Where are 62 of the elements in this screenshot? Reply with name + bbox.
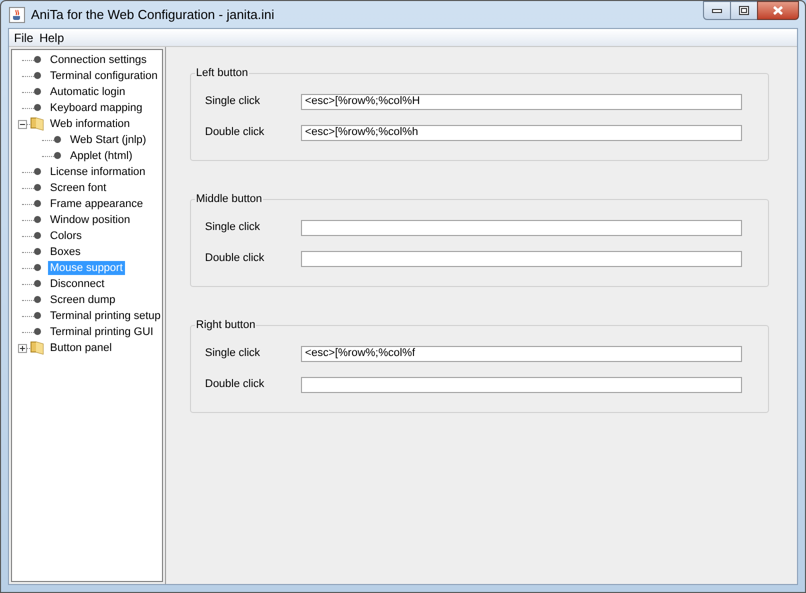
collapse-icon[interactable] — [18, 120, 27, 129]
input-field[interactable]: <esc>[%row%;%col%h — [301, 124, 742, 140]
folder-icon — [30, 116, 44, 131]
tree-item[interactable]: Button panel — [48, 341, 114, 355]
bullet-icon — [33, 167, 42, 176]
expand-icon[interactable] — [18, 344, 27, 353]
tree-item[interactable]: Screen font — [48, 181, 108, 195]
bullet-icon — [33, 199, 42, 208]
bullet-icon — [53, 135, 62, 144]
window-title: AniTa for the Web Configuration - janita.ini — [31, 6, 274, 24]
bullet-icon — [33, 55, 42, 64]
field-label: Single click — [205, 220, 262, 236]
bullet-icon — [33, 263, 42, 272]
bullet-icon — [33, 215, 42, 224]
java-cup-icon — [9, 6, 25, 22]
maximize-button[interactable] — [731, 1, 757, 20]
tree-item[interactable]: Frame appearance — [48, 197, 145, 211]
folder-icon — [30, 340, 44, 355]
tree-item[interactable]: Colors — [48, 229, 84, 243]
tree-item[interactable]: Disconnect — [48, 277, 106, 291]
field-label: Single click — [205, 94, 262, 110]
field-label: Double click — [205, 377, 266, 392]
input-field[interactable]: <esc>[%row%;%col%H — [301, 94, 742, 110]
tree-item[interactable]: Automatic login — [48, 85, 128, 99]
input-field[interactable] — [301, 376, 742, 392]
tree-item[interactable]: Terminal configuration — [48, 69, 160, 83]
bullet-icon — [33, 71, 42, 80]
tree-item[interactable]: Boxes — [48, 245, 83, 259]
bullet-icon — [33, 311, 42, 320]
bullet-icon — [33, 103, 42, 112]
input-field[interactable] — [301, 220, 742, 236]
input-field[interactable] — [301, 250, 742, 266]
input-field[interactable]: <esc>[%row%;%col%f — [301, 346, 742, 362]
bullet-icon — [33, 327, 42, 336]
field-label: Single click — [205, 346, 262, 362]
tree-item[interactable]: Screen dump — [48, 293, 118, 307]
minimize-button[interactable] — [703, 1, 731, 20]
tree-item[interactable]: Window position — [48, 213, 132, 227]
field-label: Double click — [205, 125, 266, 140]
tree-item[interactable]: Keyboard mapping — [48, 101, 144, 115]
maximize-icon — [739, 6, 749, 15]
bullet-icon — [33, 231, 42, 240]
field-label: Double click — [205, 251, 266, 266]
minimize-icon — [712, 8, 722, 12]
tree-item[interactable]: Web information — [48, 117, 132, 131]
tree-item[interactable]: Connection settings — [48, 53, 149, 67]
bullet-icon — [33, 279, 42, 288]
group-title: Right button — [195, 318, 256, 332]
tree-item[interactable]: Web Start (jnlp) — [68, 133, 148, 147]
tree-item[interactable]: Terminal printing setup — [48, 309, 163, 323]
bullet-icon — [33, 247, 42, 256]
close-icon — [772, 6, 784, 15]
bullet-icon — [53, 151, 62, 160]
menu-item[interactable]: Help — [36, 28, 68, 46]
tree-item[interactable]: License information — [48, 165, 148, 179]
close-button[interactable] — [757, 1, 799, 20]
menu-item[interactable]: File — [11, 28, 36, 46]
tree-item[interactable]: Applet (html) — [68, 149, 134, 163]
bullet-icon — [33, 295, 42, 304]
bullet-icon — [33, 183, 42, 192]
bullet-icon — [33, 87, 42, 96]
tree-item[interactable]: Terminal printing GUI — [48, 325, 156, 339]
